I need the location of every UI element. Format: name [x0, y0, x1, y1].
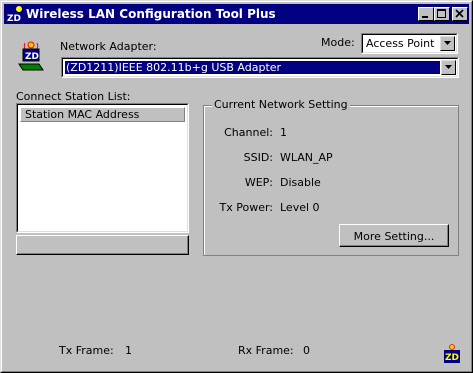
mode-select[interactable]: Access Point	[361, 33, 458, 54]
channel-value: 1	[280, 126, 287, 139]
more-setting-label: More Setting...	[353, 230, 435, 243]
app-window: ZD Wireless LAN Configuration Tool Plus …	[0, 0, 473, 373]
network-adapter-label: Network Adapter:	[60, 40, 157, 53]
maximize-icon	[437, 9, 446, 18]
app-logo-icon: ZD	[6, 6, 22, 23]
channel-label: Channel:	[224, 126, 273, 139]
wep-value: Disable	[280, 176, 321, 189]
close-icon	[455, 9, 464, 18]
mode-label: Mode:	[321, 36, 355, 49]
chevron-down-icon	[445, 65, 452, 69]
more-setting-button[interactable]: More Setting...	[339, 224, 449, 247]
logo-text: ZD	[445, 353, 459, 363]
rx-frame-value: 0	[303, 344, 310, 357]
ssid-label: SSID:	[243, 151, 273, 164]
chevron-down-icon	[444, 41, 451, 45]
title-icon-text: ZD	[7, 14, 21, 23]
adapter-icon-text: ZD	[25, 52, 39, 62]
wireless-adapter-icon: ZD	[18, 41, 44, 71]
minimize-icon	[422, 16, 428, 18]
adapter-dropdown-button[interactable]	[441, 60, 456, 75]
title-bar[interactable]: ZD Wireless LAN Configuration Tool Plus	[4, 4, 469, 24]
mode-dropdown-button[interactable]	[440, 36, 455, 51]
tx-power-label: Tx Power:	[219, 201, 274, 214]
close-button[interactable]	[452, 7, 468, 21]
wep-label: WEP:	[244, 176, 273, 189]
tx-frame-label: Tx Frame:	[59, 344, 114, 357]
column-header-label: Station MAC Address	[25, 108, 140, 121]
minimize-button[interactable]	[418, 7, 434, 21]
group-title: Current Network Setting	[212, 98, 350, 111]
zd-logo-icon: ZD	[444, 344, 460, 363]
station-action-button[interactable]	[16, 235, 189, 255]
column-header-mac[interactable]: Station MAC Address	[20, 107, 185, 122]
station-list[interactable]: Station MAC Address	[16, 103, 189, 233]
tx-frame-value: 1	[125, 344, 132, 357]
window-title: Wireless LAN Configuration Tool Plus	[26, 7, 276, 21]
window-frame: ZD Wireless LAN Configuration Tool Plus …	[1, 1, 472, 372]
tx-power-value: Level 0	[280, 201, 320, 214]
mode-selected-value: Access Point	[366, 37, 435, 50]
ssid-value: WLAN_AP	[280, 151, 333, 164]
adapter-selected-value: (ZD1211)IEEE 802.11b+g USB Adapter	[65, 61, 440, 74]
rx-frame-label: Rx Frame:	[238, 344, 294, 357]
network-adapter-select[interactable]: (ZD1211)IEEE 802.11b+g USB Adapter	[61, 57, 459, 78]
station-list-label: Connect Station List:	[16, 90, 131, 103]
maximize-button[interactable]	[434, 7, 450, 21]
